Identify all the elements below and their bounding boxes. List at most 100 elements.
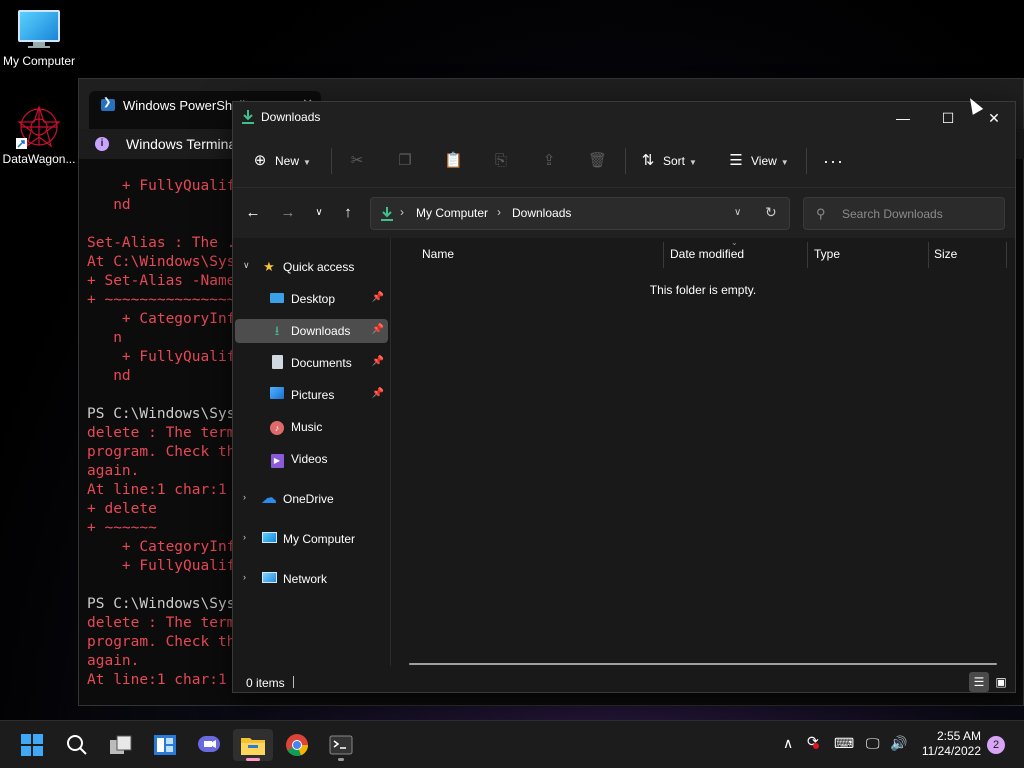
sidebar-item-label: OneDrive bbox=[283, 492, 334, 506]
delete-button[interactable]: 🗑 bbox=[588, 150, 612, 172]
chevron-right-icon[interactable]: › bbox=[243, 492, 246, 502]
item-count: 0 items bbox=[246, 676, 285, 690]
status-divider bbox=[293, 676, 294, 688]
navigation-bar: ← → ∨ ↑ › My Computer › Downloads ∨ ↻ ⚲ bbox=[233, 188, 1015, 238]
network-status-icon[interactable]: 🖵 bbox=[866, 735, 880, 752]
cut-button[interactable]: ✂ bbox=[348, 150, 372, 172]
search-icon bbox=[67, 735, 87, 755]
column-divider[interactable] bbox=[663, 242, 664, 268]
file-explorer-taskbar-button[interactable] bbox=[233, 729, 273, 761]
command-bar: ⊕ New ▼ ✂ ❐ 📋 ⎘ ⇪ 🗑 ⇅ Sort ▼ ☰ View ▼ ··· bbox=[233, 132, 1015, 188]
refresh-icon[interactable]: ↻ bbox=[765, 204, 777, 221]
pin-icon[interactable]: 📌 bbox=[372, 356, 384, 367]
downloads-icon bbox=[381, 207, 393, 221]
column-divider[interactable] bbox=[807, 242, 808, 268]
notification-badge[interactable]: 2 bbox=[987, 736, 1005, 754]
plus-circle-icon: ⊕ bbox=[253, 152, 267, 169]
pictures-icon bbox=[269, 387, 285, 403]
widgets-button[interactable] bbox=[145, 729, 185, 761]
breadcrumb-my-computer[interactable]: My Computer bbox=[416, 206, 488, 220]
view-button[interactable]: ☰ View ▼ bbox=[727, 150, 788, 172]
paste-button[interactable]: 📋 bbox=[444, 150, 468, 172]
file-list-pane[interactable]: Name Date modified ⌄ Type Size This fold… bbox=[391, 238, 1015, 666]
terminal-taskbar-button[interactable] bbox=[321, 729, 361, 761]
forward-button[interactable]: → bbox=[277, 203, 299, 223]
up-button[interactable]: ↑ bbox=[337, 203, 359, 223]
start-button[interactable] bbox=[12, 729, 52, 761]
chrome-button[interactable] bbox=[277, 729, 317, 761]
sidebar-item-music[interactable]: ♪ Music bbox=[235, 415, 388, 439]
sidebar-item-label: Network bbox=[283, 572, 328, 586]
sidebar-item-my-computer[interactable]: › My Computer bbox=[235, 527, 388, 551]
copy-button[interactable]: ❐ bbox=[396, 150, 420, 172]
sidebar-item-network[interactable]: › Network bbox=[235, 567, 388, 591]
column-header-size[interactable]: Size bbox=[934, 247, 957, 261]
info-icon: i bbox=[95, 137, 109, 151]
view-label: View bbox=[751, 154, 777, 168]
back-button[interactable]: ← bbox=[242, 203, 264, 223]
chevron-down-icon[interactable]: ∨ bbox=[243, 260, 250, 271]
sidebar-item-documents[interactable]: Documents 📌 bbox=[235, 351, 388, 375]
rename-icon: ⎘ bbox=[494, 152, 507, 169]
column-header-name[interactable]: Name bbox=[422, 247, 454, 261]
sidebar-item-downloads[interactable]: ⭳ Downloads 📌 bbox=[235, 319, 388, 343]
details-view-button[interactable]: ☰ bbox=[969, 672, 989, 692]
pin-icon[interactable]: 📌 bbox=[372, 388, 384, 399]
sync-icon[interactable]: ⟳ bbox=[807, 733, 825, 750]
search-box[interactable]: ⚲ bbox=[803, 197, 1005, 230]
sort-label: Sort bbox=[663, 154, 686, 168]
desktop-icon-datawagon[interactable]: DataWagon... bbox=[0, 104, 78, 166]
desktop-icon-my-computer[interactable]: My Computer bbox=[0, 0, 78, 68]
column-header-date-modified[interactable]: Date modified bbox=[670, 247, 744, 261]
close-button[interactable]: ✕ bbox=[979, 107, 1009, 129]
new-button[interactable]: ⊕ New ▼ bbox=[251, 150, 311, 172]
sidebar-item-label: Desktop bbox=[291, 292, 336, 306]
large-icons-view-button[interactable]: ▣ bbox=[991, 672, 1011, 692]
more-options-button[interactable]: ··· bbox=[823, 150, 844, 172]
horizontal-scrollbar[interactable] bbox=[409, 663, 997, 665]
keyboard-icon[interactable]: ⌨ bbox=[834, 735, 854, 752]
breadcrumb-downloads[interactable]: Downloads bbox=[512, 206, 571, 220]
recent-locations-button[interactable]: ∨ bbox=[308, 203, 330, 223]
pin-icon[interactable]: 📌 bbox=[372, 324, 384, 335]
search-icon: ⚲ bbox=[816, 206, 826, 221]
column-divider[interactable] bbox=[1006, 242, 1007, 268]
chevron-down-icon: ▼ bbox=[689, 158, 697, 167]
music-icon: ♪ bbox=[269, 419, 285, 435]
minimize-button[interactable]: — bbox=[888, 107, 918, 129]
column-divider[interactable] bbox=[928, 242, 929, 268]
chevron-right-icon[interactable]: › bbox=[243, 532, 246, 542]
trash-icon: 🗑 bbox=[588, 152, 608, 169]
sidebar-item-label: Videos bbox=[291, 452, 328, 466]
chrome-icon bbox=[286, 734, 309, 757]
rename-button[interactable]: ⎘ bbox=[492, 150, 516, 172]
sidebar-item-videos[interactable]: ▶ Videos bbox=[235, 447, 388, 471]
search-input[interactable] bbox=[842, 205, 997, 223]
address-bar[interactable]: › My Computer › Downloads ∨ ↻ bbox=[370, 197, 790, 230]
sort-button[interactable]: ⇅ Sort ▼ bbox=[639, 150, 697, 172]
clock[interactable]: 2:55 AM 11/24/2022 bbox=[922, 729, 981, 759]
file-explorer-window[interactable]: Downloads — ☐ ✕ ⊕ New ▼ ✂ ❐ 📋 ⎘ ⇪ 🗑 ⇅ Sort ▼… bbox=[232, 101, 1016, 693]
active-indicator bbox=[246, 758, 260, 761]
column-header-type[interactable]: Type bbox=[814, 247, 840, 261]
window-title: Downloads bbox=[261, 110, 321, 124]
scissors-icon: ✂ bbox=[350, 152, 364, 169]
divider bbox=[331, 148, 332, 174]
sidebar-item-onedrive[interactable]: › ☁ OneDrive bbox=[235, 487, 388, 511]
share-button[interactable]: ⇪ bbox=[540, 150, 564, 172]
empty-folder-message: This folder is empty. bbox=[649, 283, 757, 297]
sidebar-item-quick-access[interactable]: ∨ ★ Quick access bbox=[235, 255, 388, 279]
title-bar[interactable]: Downloads — ☐ ✕ bbox=[233, 102, 1015, 132]
maximize-button[interactable]: ☐ bbox=[933, 107, 963, 129]
address-dropdown-icon[interactable]: ∨ bbox=[734, 207, 741, 218]
chevron-right-icon[interactable]: › bbox=[243, 572, 246, 582]
sidebar-item-pictures[interactable]: Pictures 📌 bbox=[235, 383, 388, 407]
search-button[interactable] bbox=[57, 729, 97, 761]
volume-icon[interactable]: 🔊 bbox=[890, 735, 907, 752]
sidebar-item-label: Music bbox=[291, 420, 323, 434]
teams-chat-button[interactable] bbox=[189, 729, 229, 761]
pin-icon[interactable]: 📌 bbox=[372, 292, 384, 303]
show-hidden-icons-button[interactable]: ∧ bbox=[783, 735, 793, 752]
sidebar-item-desktop[interactable]: Desktop 📌 bbox=[235, 287, 388, 311]
task-view-button[interactable] bbox=[101, 729, 141, 761]
